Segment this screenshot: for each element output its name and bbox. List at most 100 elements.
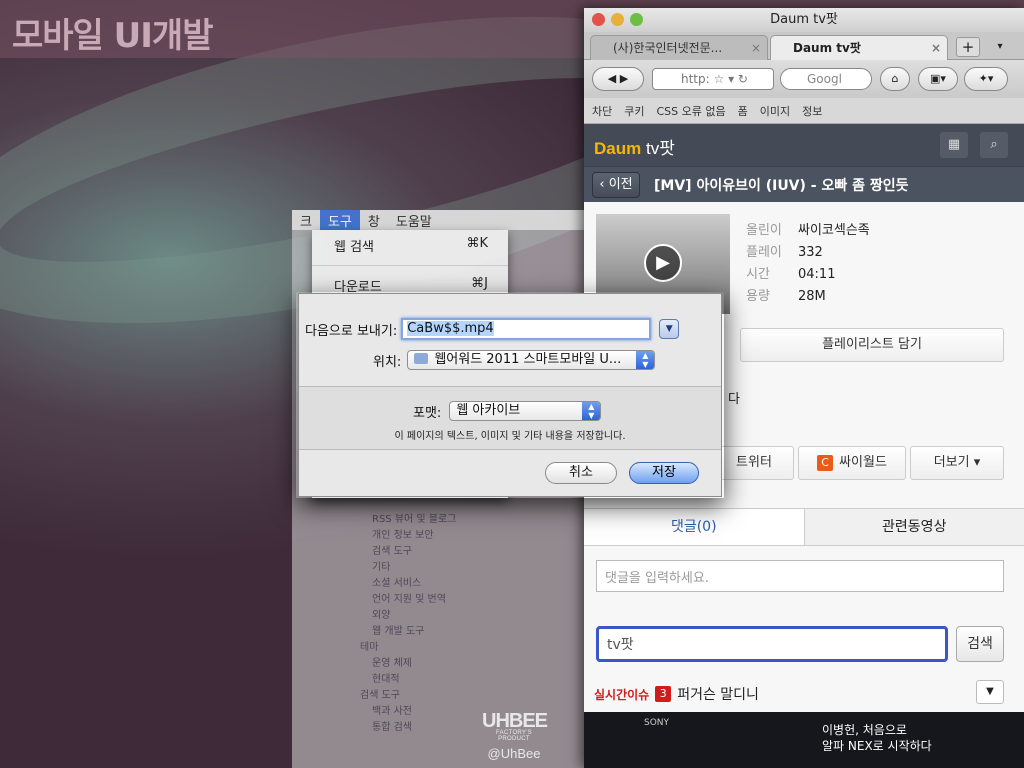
browser-title-bar: Daum tv팟 bbox=[584, 8, 1024, 32]
video-title: [MV] 아이유브이 (IUV) - 오빠 좀 짱인듯 bbox=[654, 178, 909, 194]
updown-arrows-icon: ▲ ▼ bbox=[636, 351, 655, 369]
app-menubar: 크 도구 창 도움말 bbox=[292, 210, 584, 230]
tree-item[interactable]: 개인 정보 보안 bbox=[360, 528, 456, 544]
url-text: http: bbox=[681, 72, 710, 86]
forms-item[interactable]: 폼 bbox=[738, 103, 748, 119]
save-button[interactable]: 저장 bbox=[629, 462, 699, 484]
where-popup[interactable]: 웹어워드 2011 스마트모바일 U... ▲ ▼ bbox=[407, 350, 656, 370]
tvpot-search-button[interactable]: 검색 bbox=[956, 626, 1004, 662]
where-row: 위치: 웹어워드 2011 스마트모바일 U... ▲ ▼ bbox=[373, 350, 656, 370]
tree-item[interactable]: 백과 사전 bbox=[360, 704, 456, 720]
tree-item[interactable]: 언어 지원 및 번역 bbox=[360, 592, 456, 608]
search-icon[interactable]: ⌕ bbox=[980, 132, 1008, 158]
tab-related-videos[interactable]: 관련동영상 bbox=[805, 509, 1024, 545]
grid-menu-icon[interactable]: ▦ bbox=[940, 132, 968, 158]
tree-item[interactable]: 웹 개발 도구 bbox=[360, 624, 456, 640]
info-item[interactable]: 정보 bbox=[802, 103, 822, 119]
play-icon[interactable]: ▶ bbox=[644, 244, 682, 282]
banner-text: 이병헌, 처음으로 알파 NEX로 시작하다 bbox=[822, 722, 932, 754]
meta-key: 플레이 bbox=[746, 245, 782, 260]
filename-value: CaBw$$.mp4 bbox=[407, 321, 494, 336]
comment-tabs: 댓글(0) 관련동영상 bbox=[584, 508, 1024, 546]
menu-window[interactable]: 창 bbox=[360, 210, 388, 230]
window-controls bbox=[592, 13, 643, 26]
tvpot-search-input[interactable]: tv팟 bbox=[596, 626, 948, 662]
css-item[interactable]: CSS 오류 없음 bbox=[657, 103, 726, 119]
images-item[interactable]: 이미지 bbox=[760, 103, 790, 119]
tab-list-button[interactable]: ▾ bbox=[988, 37, 1012, 57]
back-button[interactable]: ‹ 이전 bbox=[592, 172, 640, 198]
meta-row: 플레이 332 bbox=[746, 242, 870, 264]
close-icon[interactable]: × bbox=[751, 36, 761, 60]
close-window-button[interactable] bbox=[592, 13, 605, 26]
chevron-down-icon[interactable]: ▼ bbox=[976, 680, 1004, 704]
bookmark-icon[interactable]: ▣▾ bbox=[918, 67, 958, 91]
partial-text: 다 bbox=[728, 392, 740, 407]
disable-item[interactable]: 차단 bbox=[592, 103, 612, 119]
new-tab-button[interactable]: + bbox=[956, 37, 980, 57]
tree-section-search[interactable]: 검색 도구 bbox=[360, 688, 456, 704]
cancel-button[interactable]: 취소 bbox=[545, 462, 617, 484]
tab-comments[interactable]: 댓글(0) bbox=[584, 509, 805, 545]
tools-icon[interactable]: ✦▾ bbox=[964, 67, 1008, 91]
daum-logo[interactable]: Daum tv팟 bbox=[594, 134, 675, 159]
meta-row: 시간 04:11 bbox=[746, 264, 870, 286]
logo-main: UHBEE bbox=[482, 710, 548, 732]
cyworld-label: 싸이월드 bbox=[839, 455, 887, 470]
prefs-tree: RSS 뷰어 및 블로그 개인 정보 보안 검색 도구 기타 소셜 서비스 언어… bbox=[360, 512, 456, 736]
share-cyworld-button[interactable]: C 싸이월드 bbox=[798, 446, 906, 480]
tree-item[interactable]: 검색 도구 bbox=[360, 544, 456, 560]
cookies-item[interactable]: 쿠키 bbox=[624, 103, 644, 119]
menu-help[interactable]: 도움말 bbox=[388, 210, 440, 230]
cyworld-icon: C bbox=[817, 455, 834, 471]
realtime-issue[interactable]: 실시간이슈 3 퍼거슨 말디니 bbox=[594, 684, 759, 704]
meta-key: 올린이 bbox=[746, 223, 782, 238]
format-row: 포맷: 웹 아카이브 ▲ ▼ bbox=[413, 401, 602, 421]
more-button[interactable]: 더보기 ▾ bbox=[910, 446, 1004, 480]
zoom-window-button[interactable] bbox=[630, 13, 643, 26]
menu-item-web-search[interactable]: 웹 검색 ⌘K bbox=[312, 230, 508, 261]
home-icon[interactable]: ⌂ bbox=[880, 67, 910, 91]
tree-item[interactable]: 통합 검색 bbox=[360, 720, 456, 736]
format-value: 웹 아카이브 bbox=[456, 403, 521, 418]
tree-section-theme[interactable]: 테마 bbox=[360, 640, 456, 656]
tree-item[interactable]: 소셜 서비스 bbox=[360, 576, 456, 592]
comment-input[interactable]: 댓글을 입력하세요. bbox=[596, 560, 1004, 592]
daum-header: Daum tv팟 ▦ ⌕ bbox=[584, 124, 1024, 166]
tree-item[interactable]: 운영 체제 bbox=[360, 656, 456, 672]
tree-item[interactable]: 현대적 bbox=[360, 672, 456, 688]
save-as-label: 다음으로 보내기: bbox=[305, 323, 398, 339]
search-engine-box[interactable]: Googl bbox=[780, 68, 872, 90]
meta-value: 04:11 bbox=[798, 267, 836, 282]
minimize-window-button[interactable] bbox=[611, 13, 624, 26]
menu-prev[interactable]: 크 bbox=[292, 210, 320, 230]
format-description: 이 페이지의 텍스트, 이미지 및 기타 내용을 저장합니다. bbox=[394, 431, 626, 442]
filename-field[interactable]: CaBw$$.mp4 bbox=[401, 318, 652, 340]
tree-item[interactable]: 기타 bbox=[360, 560, 456, 576]
banner-line: 이병헌, 처음으로 bbox=[822, 723, 907, 737]
expand-dialog-button[interactable]: ▼ bbox=[659, 319, 680, 339]
navigation-toolbar: ◀ ▶ http: ☆ ▾ ↻ Googl ⌂ ▣▾ ✦▾ bbox=[584, 60, 1024, 98]
tab-label: (사)한국인터넷전문... bbox=[613, 41, 723, 55]
tree-item[interactable]: RSS 뷰어 및 블로그 bbox=[360, 512, 456, 528]
save-dialog: 다음으로 보내기: CaBw$$.mp4 ▼ 위치: 웹어워드 2011 스마트… bbox=[298, 293, 722, 497]
tab-label: Daum tv팟 bbox=[793, 41, 861, 55]
close-icon[interactable]: × bbox=[931, 36, 941, 60]
back-forward-buttons[interactable]: ◀ ▶ bbox=[592, 67, 644, 91]
issue-rank: 3 bbox=[655, 686, 672, 702]
url-bar[interactable]: http: ☆ ▾ ↻ bbox=[652, 68, 774, 90]
banner-brand: SONY bbox=[644, 718, 670, 728]
menu-tools[interactable]: 도구 bbox=[319, 210, 360, 230]
menu-item-shortcut: ⌘K bbox=[466, 236, 488, 251]
ad-banner[interactable]: SONY 이병헌, 처음으로 알파 NEX로 시작하다 bbox=[584, 712, 1024, 768]
menu-separator bbox=[312, 265, 508, 266]
share-twitter-button[interactable]: 트위터 bbox=[714, 446, 794, 480]
tree-item[interactable]: 외양 bbox=[360, 608, 456, 624]
tab-kiec[interactable]: (사)한국인터넷전문... × bbox=[590, 35, 768, 60]
format-popup[interactable]: 웹 아카이브 ▲ ▼ bbox=[449, 401, 602, 421]
video-title-bar: ‹ 이전 [MV] 아이유브이 (IUV) - 오빠 좀 짱인듯 bbox=[584, 166, 1024, 202]
tab-daum-tvpot[interactable]: Daum tv팟 × bbox=[770, 35, 948, 60]
uhbee-logo: UHBEE FACTORY'S PRODUCT @UhBee bbox=[482, 710, 548, 761]
meta-value: 332 bbox=[798, 245, 823, 260]
add-playlist-button[interactable]: 플레이리스트 담기 bbox=[740, 328, 1004, 362]
